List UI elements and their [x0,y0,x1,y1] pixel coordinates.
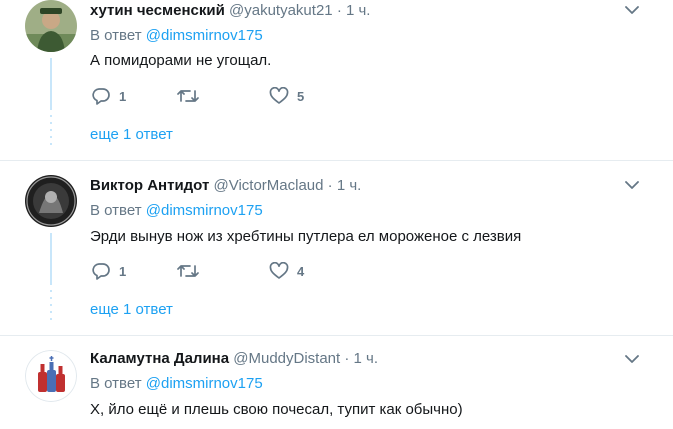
thread-dots [50,115,52,145]
avatar[interactable] [25,350,77,402]
show-more-replies-link[interactable]: еще 1 ответ [90,126,173,143]
author-name[interactable]: Виктор Антидот [90,177,209,194]
thread-line [50,58,52,110]
retweet-button[interactable] [177,261,207,281]
tweet-header: хутин чесменский @yakutyakut21 · 1 ч. [90,2,370,19]
author-handle[interactable]: @VictorMaclaud [214,177,324,194]
thread-dots [50,290,52,320]
tweet-header: Виктор Антидот @VictorMaclaud · 1 ч. [90,177,361,194]
reply-icon [92,88,110,105]
like-button[interactable]: 4 [269,261,304,281]
reply-context: В ответ @dimsmirnov175 [90,27,263,44]
tweet-header: Каламутна Далина @MuddyDistant · 1 ч. [90,350,378,367]
author-name[interactable]: хутин чесменский [90,2,225,19]
author-handle[interactable]: @MuddyDistant [233,350,340,367]
reply-button[interactable]: 1 [91,86,126,106]
reply-prefix: В ответ [90,375,142,392]
chevron-down-icon[interactable] [624,353,640,365]
reply-count: 1 [119,88,127,104]
avatar-image [25,175,77,227]
author-handle[interactable]: @yakutyakut21 [229,2,333,19]
show-more-replies-link[interactable]: еще 1 ответ [90,301,173,318]
avatar[interactable] [25,0,77,52]
tweet[interactable]: Виктор Антидот @VictorMaclaud · 1 ч. В о… [0,161,673,336]
like-count: 4 [297,263,305,279]
retweet-icon [177,90,199,102]
timestamp[interactable]: · 1 ч. [328,177,362,194]
reply-icon [92,263,110,280]
reply-context: В ответ @dimsmirnov175 [90,202,263,219]
tweet-text: Х, йло ещё и плешь свою почесал, тупит к… [90,401,463,418]
tweet-text: А помидорами не угощал. [90,52,272,69]
like-count: 5 [297,88,305,104]
reply-mention[interactable]: @dimsmirnov175 [146,375,263,392]
tweet[interactable]: Каламутна Далина @MuddyDistant · 1 ч. В … [0,336,673,429]
reply-prefix: В ответ [90,202,142,219]
avatar-image [25,0,77,52]
avatar-image [25,350,77,402]
heart-icon [269,87,289,104]
reply-mention[interactable]: @dimsmirnov175 [146,202,263,219]
timestamp[interactable]: · 1 ч. [337,2,371,19]
retweet-icon [177,265,199,277]
reply-prefix: В ответ [90,27,142,44]
avatar[interactable] [25,175,77,227]
timestamp[interactable]: · 1 ч. [344,350,378,367]
like-button[interactable]: 5 [269,86,304,106]
chevron-down-icon[interactable] [624,179,640,191]
tweet[interactable]: хутин чесменский @yakutyakut21 · 1 ч. В … [0,0,673,161]
reply-count: 1 [119,263,127,279]
reply-context: В ответ @dimsmirnov175 [90,375,263,392]
reply-mention[interactable]: @dimsmirnov175 [146,27,263,44]
tweet-text: Эрди вынув нож из хребтины путлера ел мо… [90,228,522,245]
thread-line [50,233,52,285]
retweet-button[interactable] [177,86,207,106]
heart-icon [269,262,289,279]
author-name[interactable]: Каламутна Далина [90,350,229,367]
reply-button[interactable]: 1 [91,261,126,281]
chevron-down-icon[interactable] [624,4,640,16]
